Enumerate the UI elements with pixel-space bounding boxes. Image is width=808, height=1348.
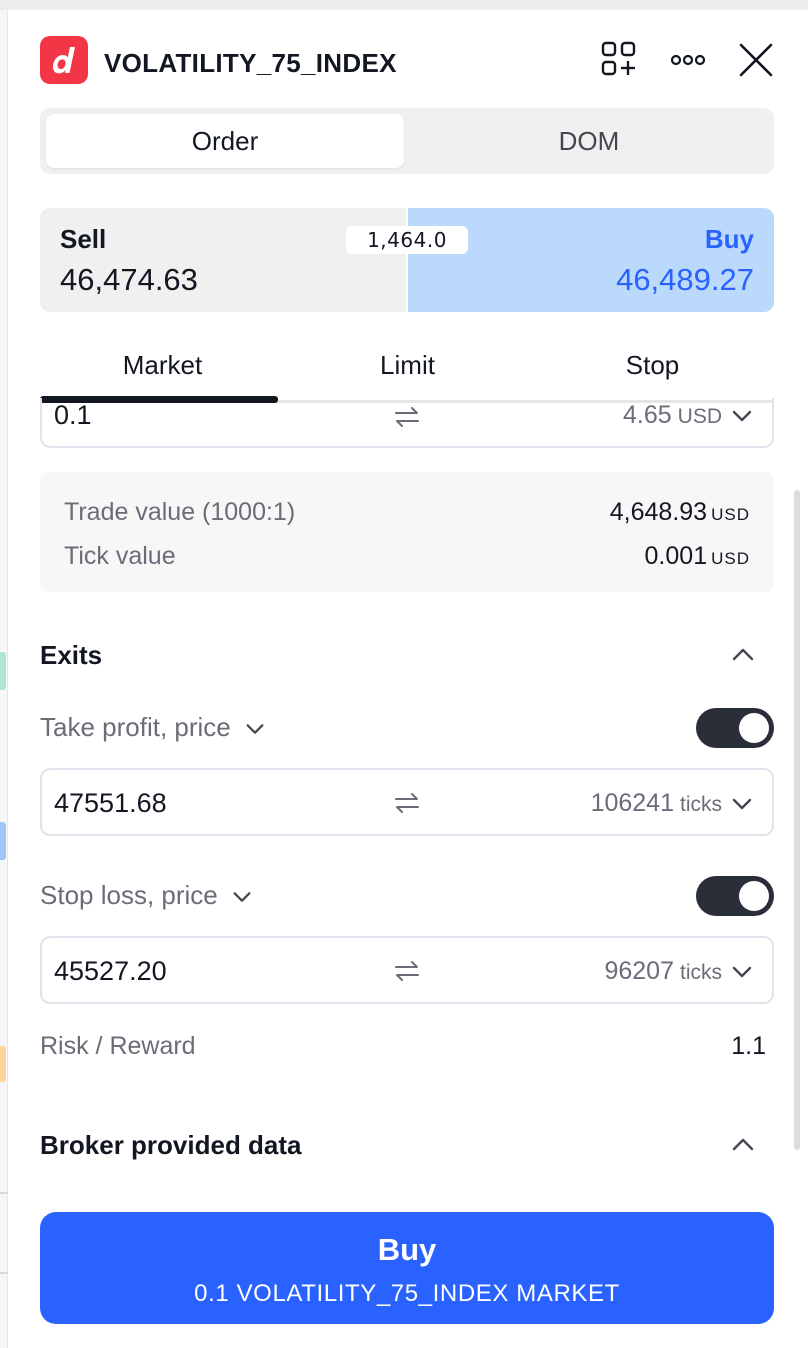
sell-button[interactable]: Sell 46,474.63 bbox=[40, 208, 406, 312]
exits-title: Exits bbox=[40, 640, 103, 670]
swap-icon[interactable] bbox=[392, 402, 422, 432]
submit-detail: 0.1 VOLATILITY_75_INDEX MARKET bbox=[194, 1280, 620, 1307]
chevron-down-icon[interactable] bbox=[730, 792, 754, 816]
swap-icon[interactable] bbox=[392, 956, 422, 986]
stop-loss-type-dropdown[interactable]: Stop loss, price bbox=[40, 880, 253, 911]
stop-loss-toggle[interactable] bbox=[696, 876, 774, 916]
stop-loss-ticks-value: 96207 bbox=[604, 957, 674, 985]
close-icon[interactable] bbox=[736, 40, 776, 80]
chart-edge-marker-blue bbox=[0, 822, 6, 860]
tick-value-amount: 0.001 bbox=[644, 542, 708, 570]
take-profit-ticks-unit: ticks bbox=[680, 793, 722, 816]
sell-label: Sell bbox=[60, 224, 107, 254]
tick-value: 0.001 USD bbox=[645, 542, 750, 571]
chart-edge-marker-teal bbox=[0, 652, 6, 690]
quantity-amount-value: 4.65 bbox=[622, 401, 672, 429]
more-icon[interactable] bbox=[668, 40, 708, 80]
panel-header: VOLATILITY_75_INDEX bbox=[40, 36, 776, 86]
chevron-down-icon bbox=[246, 724, 264, 734]
chart-edge-line bbox=[0, 1272, 8, 1274]
chevron-down-icon[interactable] bbox=[730, 960, 754, 984]
tick-value-unit: USD bbox=[711, 549, 750, 568]
chevron-down-icon[interactable] bbox=[730, 404, 754, 428]
broker-logo-icon bbox=[40, 36, 88, 84]
stop-loss-value: 45527.20 bbox=[54, 956, 167, 986]
chevron-down-icon bbox=[233, 892, 251, 902]
symbol-title: VOLATILITY_75_INDEX bbox=[104, 48, 397, 78]
stop-loss-label: Stop loss, price bbox=[40, 880, 218, 910]
buy-price: 46,489.27 bbox=[616, 262, 754, 297]
order-panel: VOLATILITY_75_INDEX Order DOM Sell 46,47… bbox=[8, 10, 808, 1348]
tab-order[interactable]: Order bbox=[46, 114, 404, 168]
tab-limit[interactable]: Limit bbox=[285, 348, 530, 404]
quantity-unit: USD bbox=[677, 405, 722, 428]
scrollbar[interactable] bbox=[794, 490, 800, 1150]
submit-buy-button[interactable]: Buy 0.1 VOLATILITY_75_INDEX MARKET bbox=[40, 1212, 774, 1324]
add-layout-icon[interactable] bbox=[600, 40, 640, 80]
tick-value-label: Tick value bbox=[64, 542, 176, 570]
take-profit-ticks-value: 106241 bbox=[590, 789, 674, 817]
trade-info-box: Trade value (1000:1) 4,648.93 USD Tick va… bbox=[40, 472, 774, 592]
quantity-field[interactable]: 0.1 4.65 USD bbox=[40, 398, 774, 448]
spread-badge: 1,464.0 bbox=[346, 226, 468, 254]
chevron-up-icon[interactable] bbox=[728, 640, 758, 670]
window-top-strip bbox=[0, 0, 808, 10]
chart-edge-marker-orange bbox=[0, 1046, 6, 1082]
risk-reward-label: Risk / Reward bbox=[40, 1032, 196, 1060]
trade-value-label: Trade value (1000:1) bbox=[64, 498, 296, 526]
stop-loss-input[interactable]: 45527.20 96207 ticks bbox=[40, 936, 774, 1004]
take-profit-value: 47551.68 bbox=[54, 788, 167, 818]
take-profit-type-dropdown[interactable]: Take profit, price bbox=[40, 712, 266, 743]
stop-loss-ticks: 96207 ticks bbox=[604, 957, 722, 986]
quantity-amount: 4.65 USD bbox=[623, 401, 722, 430]
toggle-knob bbox=[739, 881, 769, 911]
submit-label: Buy bbox=[377, 1232, 437, 1267]
quote-box: Sell 46,474.63 Buy 46,489.27 1,464.0 bbox=[40, 208, 774, 312]
broker-data-title: Broker provided data bbox=[40, 1130, 302, 1160]
quantity-value: 0.1 bbox=[54, 400, 92, 430]
trade-value-unit: USD bbox=[711, 505, 750, 524]
mode-tabs: Order DOM bbox=[40, 108, 774, 174]
swap-icon[interactable] bbox=[392, 788, 422, 818]
risk-reward-value: 1.1 bbox=[731, 1032, 766, 1060]
trade-value: 4,648.93 USD bbox=[610, 498, 750, 527]
buy-label: Buy bbox=[704, 224, 754, 254]
buy-side-button[interactable]: Buy 46,489.27 bbox=[408, 208, 774, 312]
take-profit-ticks: 106241 ticks bbox=[591, 789, 722, 818]
sell-price: 46,474.63 bbox=[60, 262, 198, 297]
chart-edge-line bbox=[0, 1192, 8, 1194]
take-profit-label: Take profit, price bbox=[40, 712, 231, 742]
take-profit-toggle[interactable] bbox=[696, 708, 774, 748]
tab-stop[interactable]: Stop bbox=[530, 348, 775, 404]
tab-dom[interactable]: DOM bbox=[410, 114, 768, 168]
stop-loss-ticks-unit: ticks bbox=[680, 961, 722, 984]
trade-value-amount: 4,648.93 bbox=[609, 498, 708, 526]
chevron-up-icon[interactable] bbox=[728, 1130, 758, 1160]
toggle-knob bbox=[739, 713, 769, 743]
take-profit-input[interactable]: 47551.68 106241 ticks bbox=[40, 768, 774, 836]
